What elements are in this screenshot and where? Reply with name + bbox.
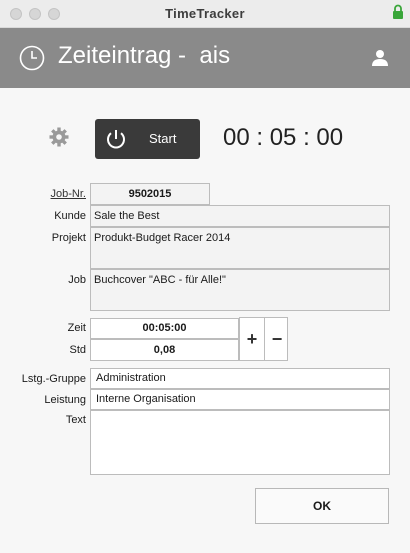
leistung-field[interactable]: Interne Organisation bbox=[90, 389, 390, 410]
job-nr-link[interactable]: Job-Nr. bbox=[40, 188, 86, 200]
time-stepper: + − bbox=[239, 317, 288, 361]
clock-icon bbox=[19, 45, 45, 71]
timer-display: 00 : 05 : 00 bbox=[223, 124, 344, 151]
ok-button[interactable]: OK bbox=[255, 488, 389, 524]
projekt-label: Projekt bbox=[51, 232, 86, 244]
start-button[interactable]: Start bbox=[95, 119, 200, 159]
power-icon bbox=[107, 130, 125, 149]
decrement-button[interactable]: − bbox=[264, 318, 289, 360]
window-title: TimeTracker bbox=[165, 6, 245, 21]
lock-icon bbox=[393, 4, 403, 19]
gear-icon[interactable] bbox=[49, 127, 69, 147]
text-area[interactable] bbox=[90, 410, 390, 475]
lstg-gruppe-label: Lstg.-Gruppe bbox=[21, 373, 86, 385]
increment-button[interactable]: + bbox=[240, 318, 264, 360]
std-label: Std bbox=[69, 344, 86, 356]
zeit-field[interactable]: 00:05:00 bbox=[90, 318, 239, 339]
projekt-field[interactable]: Produkt-Budget Racer 2014 bbox=[90, 227, 390, 269]
window-titlebar: TimeTracker bbox=[0, 0, 410, 28]
text-label: Text bbox=[65, 414, 86, 426]
start-button-label: Start bbox=[149, 131, 177, 146]
std-field[interactable]: 0,08 bbox=[90, 339, 239, 361]
leistung-label: Leistung bbox=[44, 394, 86, 406]
job-nr-field[interactable]: 9502015 bbox=[90, 183, 210, 205]
kunde-field[interactable]: Sale the Best bbox=[90, 205, 390, 227]
page-header: Zeiteintrag - ais bbox=[0, 28, 410, 88]
zeit-label: Zeit bbox=[67, 322, 86, 334]
kunde-label: Kunde bbox=[54, 210, 86, 222]
page-title: Zeiteintrag - ais bbox=[58, 42, 231, 69]
lstg-gruppe-field[interactable]: Administration bbox=[90, 368, 390, 389]
user-icon[interactable] bbox=[371, 49, 389, 67]
job-field[interactable]: Buchcover "ABC - für Alle!" bbox=[90, 269, 390, 311]
job-label: Job bbox=[68, 274, 86, 286]
